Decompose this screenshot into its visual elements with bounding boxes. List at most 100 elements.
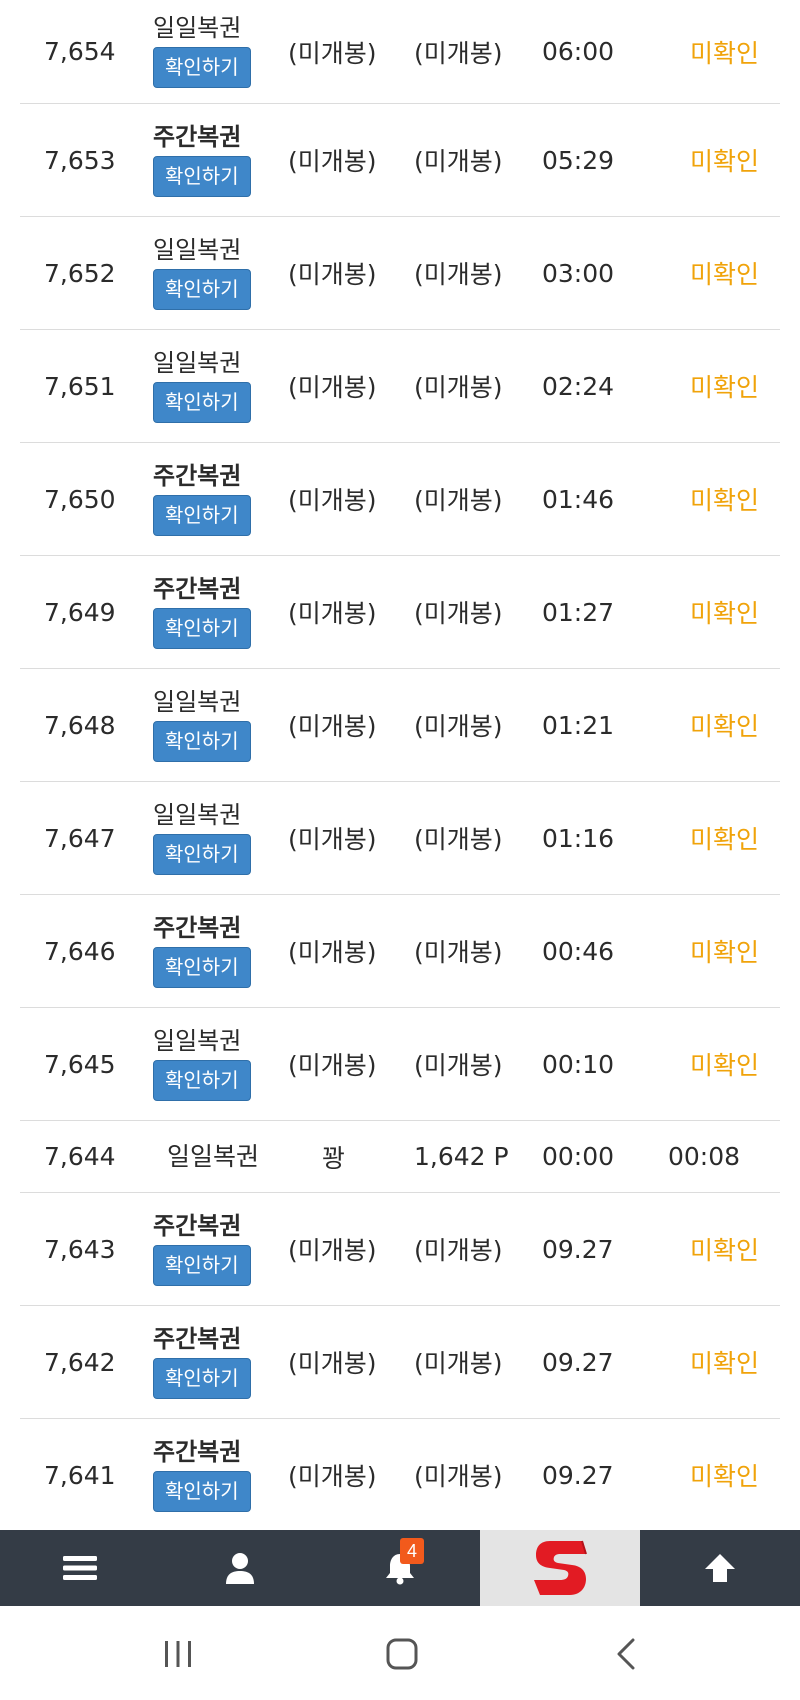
check-button[interactable]: 확인하기 <box>153 47 251 88</box>
logo-button[interactable] <box>480 1530 640 1606</box>
lottery-type-cell: 일일복권확인하기 <box>153 1008 273 1120</box>
time-cell: 09.27 <box>542 1347 614 1377</box>
home-button[interactable] <box>382 1634 422 1674</box>
row-number: 7,652 <box>44 258 116 288</box>
home-icon <box>386 1638 418 1670</box>
menu-icon <box>63 1556 97 1580</box>
result-cell: (미개봉) <box>288 373 377 402</box>
result-cell: (미개봉) <box>288 38 377 68</box>
lottery-type: 주간복권 <box>153 574 242 603</box>
check-button[interactable]: 확인하기 <box>153 381 251 423</box>
time-cell: 02:24 <box>542 371 615 401</box>
table-row: 7,651 일일복권 확인하기 (미개봉) (미개봉) 02:24 미확인 <box>20 330 780 443</box>
lottery-list: 7,654 일일복권 확인하기 (미개봉) (미개봉) 06:00 미확인 7,653 주간복권… <box>20 0 780 1532</box>
status-cell: 미확인 <box>690 38 760 68</box>
check-button[interactable]: 확인하기 <box>153 607 251 649</box>
result-cell: (미개봉) <box>288 825 377 854</box>
lottery-type-cell: 주간복권확인하기 <box>153 1193 273 1305</box>
table-row: 7,647 일일복권 확인하기 (미개봉) (미개봉) 01:16 미확인 <box>20 782 780 895</box>
lottery-type: 주간복권 <box>153 461 242 490</box>
check-button[interactable]: 확인하기 <box>153 1470 251 1512</box>
back-button[interactable] <box>606 1634 646 1674</box>
user-icon <box>226 1553 254 1584</box>
check-button[interactable]: 확인하기 <box>153 1357 251 1399</box>
table-row: 7,653 주간복권 확인하기 (미개봉) (미개봉) 05:29 미확인 <box>20 104 780 217</box>
prize-cell: 1,642 P <box>414 1142 509 1171</box>
lottery-type: 일일복권 <box>153 348 242 377</box>
menu-button[interactable] <box>0 1530 160 1606</box>
lottery-type-cell: 주간복권 확인하기 <box>153 895 273 1007</box>
row-number: 7,647 <box>44 823 116 853</box>
time-cell: 09.27 <box>542 1234 614 1264</box>
status-cell: 미확인 <box>690 599 760 628</box>
table-row: 7,654 일일복권 확인하기 (미개봉) (미개봉) 06:00 미확인 <box>20 0 780 104</box>
table-row: 7,641 주간복권 확인하기 (미개봉) (미개봉) 09.27 미확인 <box>20 1419 780 1532</box>
time-cell: 06:00 <box>542 37 615 66</box>
back-icon <box>617 1638 635 1670</box>
prize-cell: (미개봉) <box>414 599 503 628</box>
row-number: 7,641 <box>44 1460 116 1490</box>
time-cell: 09.27 <box>542 1460 614 1490</box>
status-cell: 미확인 <box>690 260 760 289</box>
check-button[interactable]: 확인하기 <box>153 268 251 310</box>
recent-apps-button[interactable] <box>158 1634 198 1674</box>
lottery-type: 일일복권 <box>153 1026 242 1055</box>
prize-cell: (미개봉) <box>414 1349 503 1378</box>
status-cell: 미확인 <box>690 1349 760 1378</box>
time-cell: 01:21 <box>542 710 615 740</box>
status-cell: 미확인 <box>690 486 760 515</box>
prize-cell: (미개봉) <box>414 1051 503 1080</box>
result-cell: (미개봉) <box>288 486 377 515</box>
lottery-type: 주간복권 <box>153 1211 242 1240</box>
status-cell: 미확인 <box>690 147 760 176</box>
row-number: 7,645 <box>44 1049 116 1079</box>
status-cell: 미확인 <box>690 1236 760 1265</box>
check-button[interactable]: 확인하기 <box>153 946 251 988</box>
row-number: 7,651 <box>44 371 116 401</box>
time-cell: 00:46 <box>542 936 615 966</box>
time-cell: 01:46 <box>542 484 615 514</box>
result-cell: (미개봉) <box>288 938 377 967</box>
lottery-type: 일일복권 <box>166 1141 259 1171</box>
check-button[interactable]: 확인하기 <box>153 494 251 536</box>
prize-cell: (미개봉) <box>414 147 503 176</box>
row-number: 7,653 <box>44 145 116 175</box>
lottery-type: 주간복권 <box>153 122 242 151</box>
notifications-button[interactable]: 4 <box>320 1530 480 1606</box>
row-number: 7,646 <box>44 936 116 966</box>
check-button[interactable]: 확인하기 <box>153 155 251 197</box>
lottery-type-cell: 일일복권 확인하기 <box>153 669 273 781</box>
check-button[interactable]: 확인하기 <box>153 833 251 875</box>
recent-apps-icon <box>165 1641 191 1667</box>
scroll-top-button[interactable] <box>640 1530 800 1606</box>
table-row: 7,650 주간복권 확인하기 (미개봉) (미개봉) 01:46 미확인 <box>20 443 780 556</box>
lottery-type-cell: 일일복권 <box>153 1121 273 1192</box>
lottery-type-cell: 주간복권확인하기 <box>153 1306 273 1418</box>
check-button[interactable]: 확인하기 <box>153 1059 251 1101</box>
result-cell: (미개봉) <box>288 1462 377 1491</box>
lottery-type-cell: 주간복권확인하기 <box>153 443 273 555</box>
lottery-type-cell: 일일복권 확인하기 <box>153 0 273 103</box>
table-row: 7,643 주간복권 확인하기 (미개봉) (미개봉) 09.27 미확인 <box>20 1193 780 1306</box>
result-cell: (미개봉) <box>288 712 377 741</box>
profile-button[interactable] <box>160 1530 320 1606</box>
row-number: 7,644 <box>44 1142 116 1171</box>
lottery-type-cell: 일일복권확인하기 <box>153 330 273 442</box>
check-button[interactable]: 확인하기 <box>153 720 251 762</box>
prize-cell: (미개봉) <box>414 712 503 741</box>
notification-badge: 4 <box>400 1538 424 1564</box>
result-cell: (미개봉) <box>288 599 377 628</box>
status-cell: 미확인 <box>690 1462 760 1491</box>
row-number: 7,642 <box>44 1347 116 1377</box>
time-cell: 01:27 <box>542 597 615 627</box>
table-row: 7,648 일일복권 확인하기 (미개봉) (미개봉) 01:21 미확인 <box>20 669 780 782</box>
arrow-up-icon <box>705 1554 735 1582</box>
row-number: 7,643 <box>44 1234 116 1264</box>
logo-icon <box>534 1540 587 1595</box>
status-cell: 미확인 <box>690 825 760 854</box>
lottery-type-cell: 주간복권확인하기 <box>153 556 273 668</box>
check-button[interactable]: 확인하기 <box>153 1244 251 1286</box>
time-cell: 00:10 <box>542 1049 615 1079</box>
status-cell: 미확인 <box>690 938 760 967</box>
lottery-type: 주간복권 <box>153 1324 242 1353</box>
